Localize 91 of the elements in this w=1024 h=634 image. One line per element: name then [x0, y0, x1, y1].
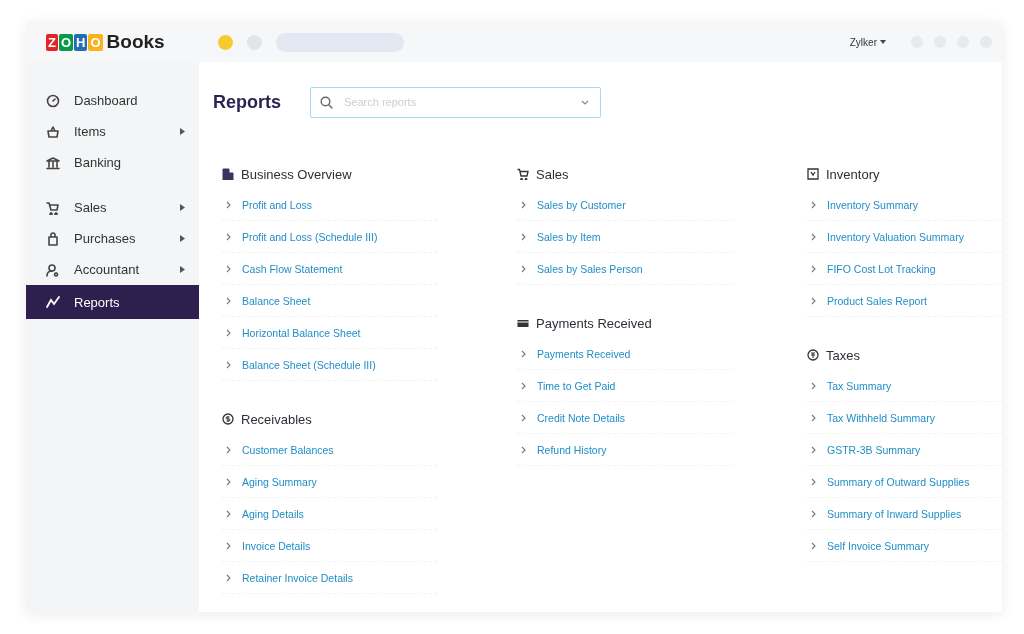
- sidebar-item[interactable]: Banking: [26, 147, 199, 178]
- chevron-right-icon: [811, 445, 816, 454]
- report-link[interactable]: Retainer Invoice Details: [242, 571, 353, 584]
- report-link[interactable]: Tax Withheld Summary: [827, 411, 935, 424]
- sidebar-item[interactable]: Dashboard: [26, 85, 199, 116]
- sidebar-item[interactable]: Accountant: [26, 254, 199, 285]
- report-link[interactable]: Profit and Loss (Schedule III): [242, 230, 378, 243]
- report-link[interactable]: Payments Received: [537, 347, 631, 360]
- chevron-right-icon: [811, 541, 816, 550]
- report-link[interactable]: Invoice Details: [242, 539, 311, 552]
- chevron-right-icon: [226, 445, 231, 454]
- basket-icon: [46, 124, 60, 139]
- chevron-right-icon: [811, 296, 816, 305]
- report-link[interactable]: Sales by Customer: [537, 198, 626, 211]
- caret-icon[interactable]: [880, 40, 886, 44]
- chevron-right-icon: [226, 541, 231, 550]
- coin-icon: [222, 413, 234, 425]
- report-link[interactable]: Sales by Sales Person: [537, 262, 643, 275]
- chevron-right-icon: [811, 381, 816, 390]
- chevron-right-icon: [226, 200, 231, 209]
- organization-menu[interactable]: Zylker: [849, 36, 877, 48]
- report-link[interactable]: GSTR-3B Summary: [827, 443, 921, 456]
- chevron-right-icon: [521, 413, 526, 422]
- chevron-right-icon: [521, 381, 526, 390]
- sidebar-item[interactable]: Reports: [26, 285, 199, 319]
- dashboard-icon: [46, 93, 60, 108]
- section-heading: Inventory: [826, 166, 880, 182]
- bag-icon: [46, 231, 60, 246]
- chevron-right-icon: [521, 349, 526, 358]
- tax-icon: [807, 349, 819, 361]
- chevron-right-icon: [226, 573, 231, 582]
- report-link[interactable]: Aging Details: [242, 507, 304, 520]
- report-link[interactable]: Inventory Valuation Summary: [827, 230, 964, 243]
- page-title: Reports: [213, 91, 282, 113]
- cart-icon: [46, 200, 60, 215]
- logo-letter: H: [74, 33, 88, 51]
- report-link[interactable]: Refund History: [537, 443, 607, 456]
- chevron-right-icon: [226, 264, 231, 273]
- chevron-right-icon: [521, 445, 526, 454]
- report-link[interactable]: Tax Summary: [827, 379, 892, 392]
- status-dot: [218, 34, 233, 50]
- chevron-right-icon: [811, 509, 816, 518]
- card-icon: [517, 317, 529, 329]
- report-link[interactable]: Product Sales Report: [827, 294, 927, 307]
- section-heading: Sales: [536, 166, 569, 182]
- report-link[interactable]: Credit Note Details: [537, 411, 626, 424]
- chevron-right-icon: [226, 328, 231, 337]
- report-link[interactable]: Sales by Item: [537, 230, 601, 243]
- box-icon: [807, 168, 819, 180]
- chevron-right-icon: [226, 232, 231, 241]
- chevron-right-icon: [811, 413, 816, 422]
- report-link[interactable]: Customer Balances: [242, 443, 334, 456]
- chevron-down-icon: [581, 99, 589, 105]
- report-link[interactable]: Profit and Loss: [242, 198, 313, 211]
- section-heading: Receivables: [241, 411, 312, 427]
- section-heading: Payments Received: [536, 315, 652, 331]
- report-link[interactable]: Aging Summary: [242, 475, 317, 488]
- sidebar-item[interactable]: Sales: [26, 192, 199, 223]
- chevron-right-icon: [811, 477, 816, 486]
- report-link[interactable]: Balance Sheet (Schedule III): [242, 358, 376, 371]
- logo-letter: O: [88, 33, 103, 51]
- report-link[interactable]: Inventory Summary: [827, 198, 919, 211]
- logo-letter: Z: [46, 33, 58, 51]
- chevron-right-icon: [811, 200, 816, 209]
- person-icon: [46, 262, 60, 277]
- bank-icon: [46, 155, 60, 170]
- report-link[interactable]: Horizontal Balance Sheet: [242, 326, 361, 339]
- chevron-right-icon: [811, 232, 816, 241]
- report-link[interactable]: Summary of Outward Supplies: [827, 475, 970, 488]
- logo-letter: O: [58, 33, 74, 51]
- chevron-right-icon: [521, 200, 526, 209]
- section-heading: Business Overview: [241, 166, 352, 182]
- report-link[interactable]: Balance Sheet: [242, 294, 311, 307]
- report-link[interactable]: Cash Flow Statement: [242, 262, 343, 275]
- chevron-right-icon: [226, 360, 231, 369]
- report-link[interactable]: FIFO Cost Lot Tracking: [827, 262, 936, 275]
- chevron-right-icon: [226, 509, 231, 518]
- report-link[interactable]: Time to Get Paid: [537, 379, 616, 392]
- cart-icon: [517, 168, 529, 180]
- report-link[interactable]: Summary of Inward Supplies: [827, 507, 962, 520]
- product-name: Books: [106, 31, 165, 53]
- chevron-right-icon: [521, 232, 526, 241]
- chevron-right-icon: [226, 477, 231, 486]
- chevron-right-icon: [811, 264, 816, 273]
- section-heading: Taxes: [826, 347, 860, 363]
- sidebar-item[interactable]: Purchases: [26, 223, 199, 254]
- chevron-right-icon: [226, 296, 231, 305]
- chevron-right-icon: [521, 264, 526, 273]
- sidebar-item[interactable]: Items: [26, 116, 199, 147]
- report-link[interactable]: Self Invoice Summary: [827, 539, 930, 552]
- chart-line-icon: [46, 295, 60, 309]
